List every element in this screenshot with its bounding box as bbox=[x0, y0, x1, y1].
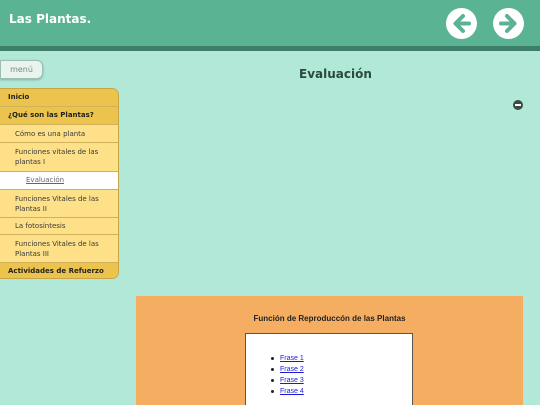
sidebar-item-funciones-vitales-2[interactable]: Funciones Vitales de las Plantas II bbox=[0, 190, 118, 218]
sidebar-item-que-son-las-plantas[interactable]: ¿Qué son las Plantas? bbox=[0, 107, 118, 125]
sidebar-item-actividades-de-refuerzo[interactable]: Actividades de Refuerzo bbox=[0, 263, 118, 278]
sidebar-item-label: Cómo es una planta bbox=[15, 129, 86, 138]
activity-panel: Función de Reproduccón de las Plantas Fr… bbox=[136, 296, 523, 405]
activity-link-frase-4[interactable]: Frase 4 bbox=[271, 386, 304, 397]
activity-content-box: Frase 1 Frase 2 Frase 3 Frase 4 bbox=[245, 333, 413, 405]
menu-button[interactable]: menú bbox=[0, 60, 43, 79]
sidebar-nav: Inicio ¿Qué son las Plantas? Cómo es una… bbox=[0, 88, 119, 279]
activity-link-frase-1[interactable]: Frase 1 bbox=[271, 353, 304, 364]
sidebar-item-label: La fotosíntesis bbox=[15, 222, 66, 230]
prev-page-button[interactable] bbox=[446, 8, 477, 39]
sidebar-item-label: Actividades de Refuerzo bbox=[8, 267, 104, 275]
sidebar-item-inicio[interactable]: Inicio bbox=[0, 89, 118, 107]
sidebar-item-funciones-vitales-3[interactable]: Funciones Vitales de las Plantas III bbox=[0, 235, 118, 263]
sidebar-item-label: ¿Qué son las Plantas? bbox=[8, 111, 94, 119]
sidebar-item-label: Inicio bbox=[8, 93, 30, 101]
sidebar-item-evaluacion[interactable]: Evaluación bbox=[0, 172, 118, 190]
activity-link-frase-2[interactable]: Frase 2 bbox=[271, 364, 304, 375]
sidebar-item-label: Evaluación bbox=[26, 176, 65, 184]
minus-circle-icon[interactable] bbox=[513, 100, 523, 110]
sidebar-item-label: Funciones Vitales de las Plantas III bbox=[15, 239, 99, 258]
sidebar-item-label: Funciones Vitales de las Plantas II bbox=[15, 194, 99, 213]
app-title: Las Plantas. bbox=[9, 12, 92, 26]
activity-title: Función de Reproduccón de las Plantas bbox=[253, 314, 406, 323]
next-page-button[interactable] bbox=[493, 8, 524, 39]
arrow-left-icon bbox=[453, 14, 471, 33]
activity-link-list: Frase 1 Frase 2 Frase 3 Frase 4 bbox=[271, 353, 304, 397]
header-divider bbox=[0, 46, 540, 51]
sidebar-item-fotosintesis[interactable]: La fotosíntesis bbox=[0, 218, 118, 235]
sidebar-item-label: Funciones vitales de las plantas I bbox=[15, 148, 99, 166]
app-header: Las Plantas. bbox=[0, 0, 540, 46]
arrow-right-icon bbox=[499, 14, 517, 33]
sidebar-item-como-es-una-planta[interactable]: Cómo es una planta bbox=[0, 125, 118, 143]
activity-link-frase-3[interactable]: Frase 3 bbox=[271, 375, 304, 386]
sidebar-item-funciones-vitales-1[interactable]: Funciones vitales de las plantas I bbox=[0, 143, 118, 172]
page-title: Evaluación bbox=[299, 67, 372, 81]
